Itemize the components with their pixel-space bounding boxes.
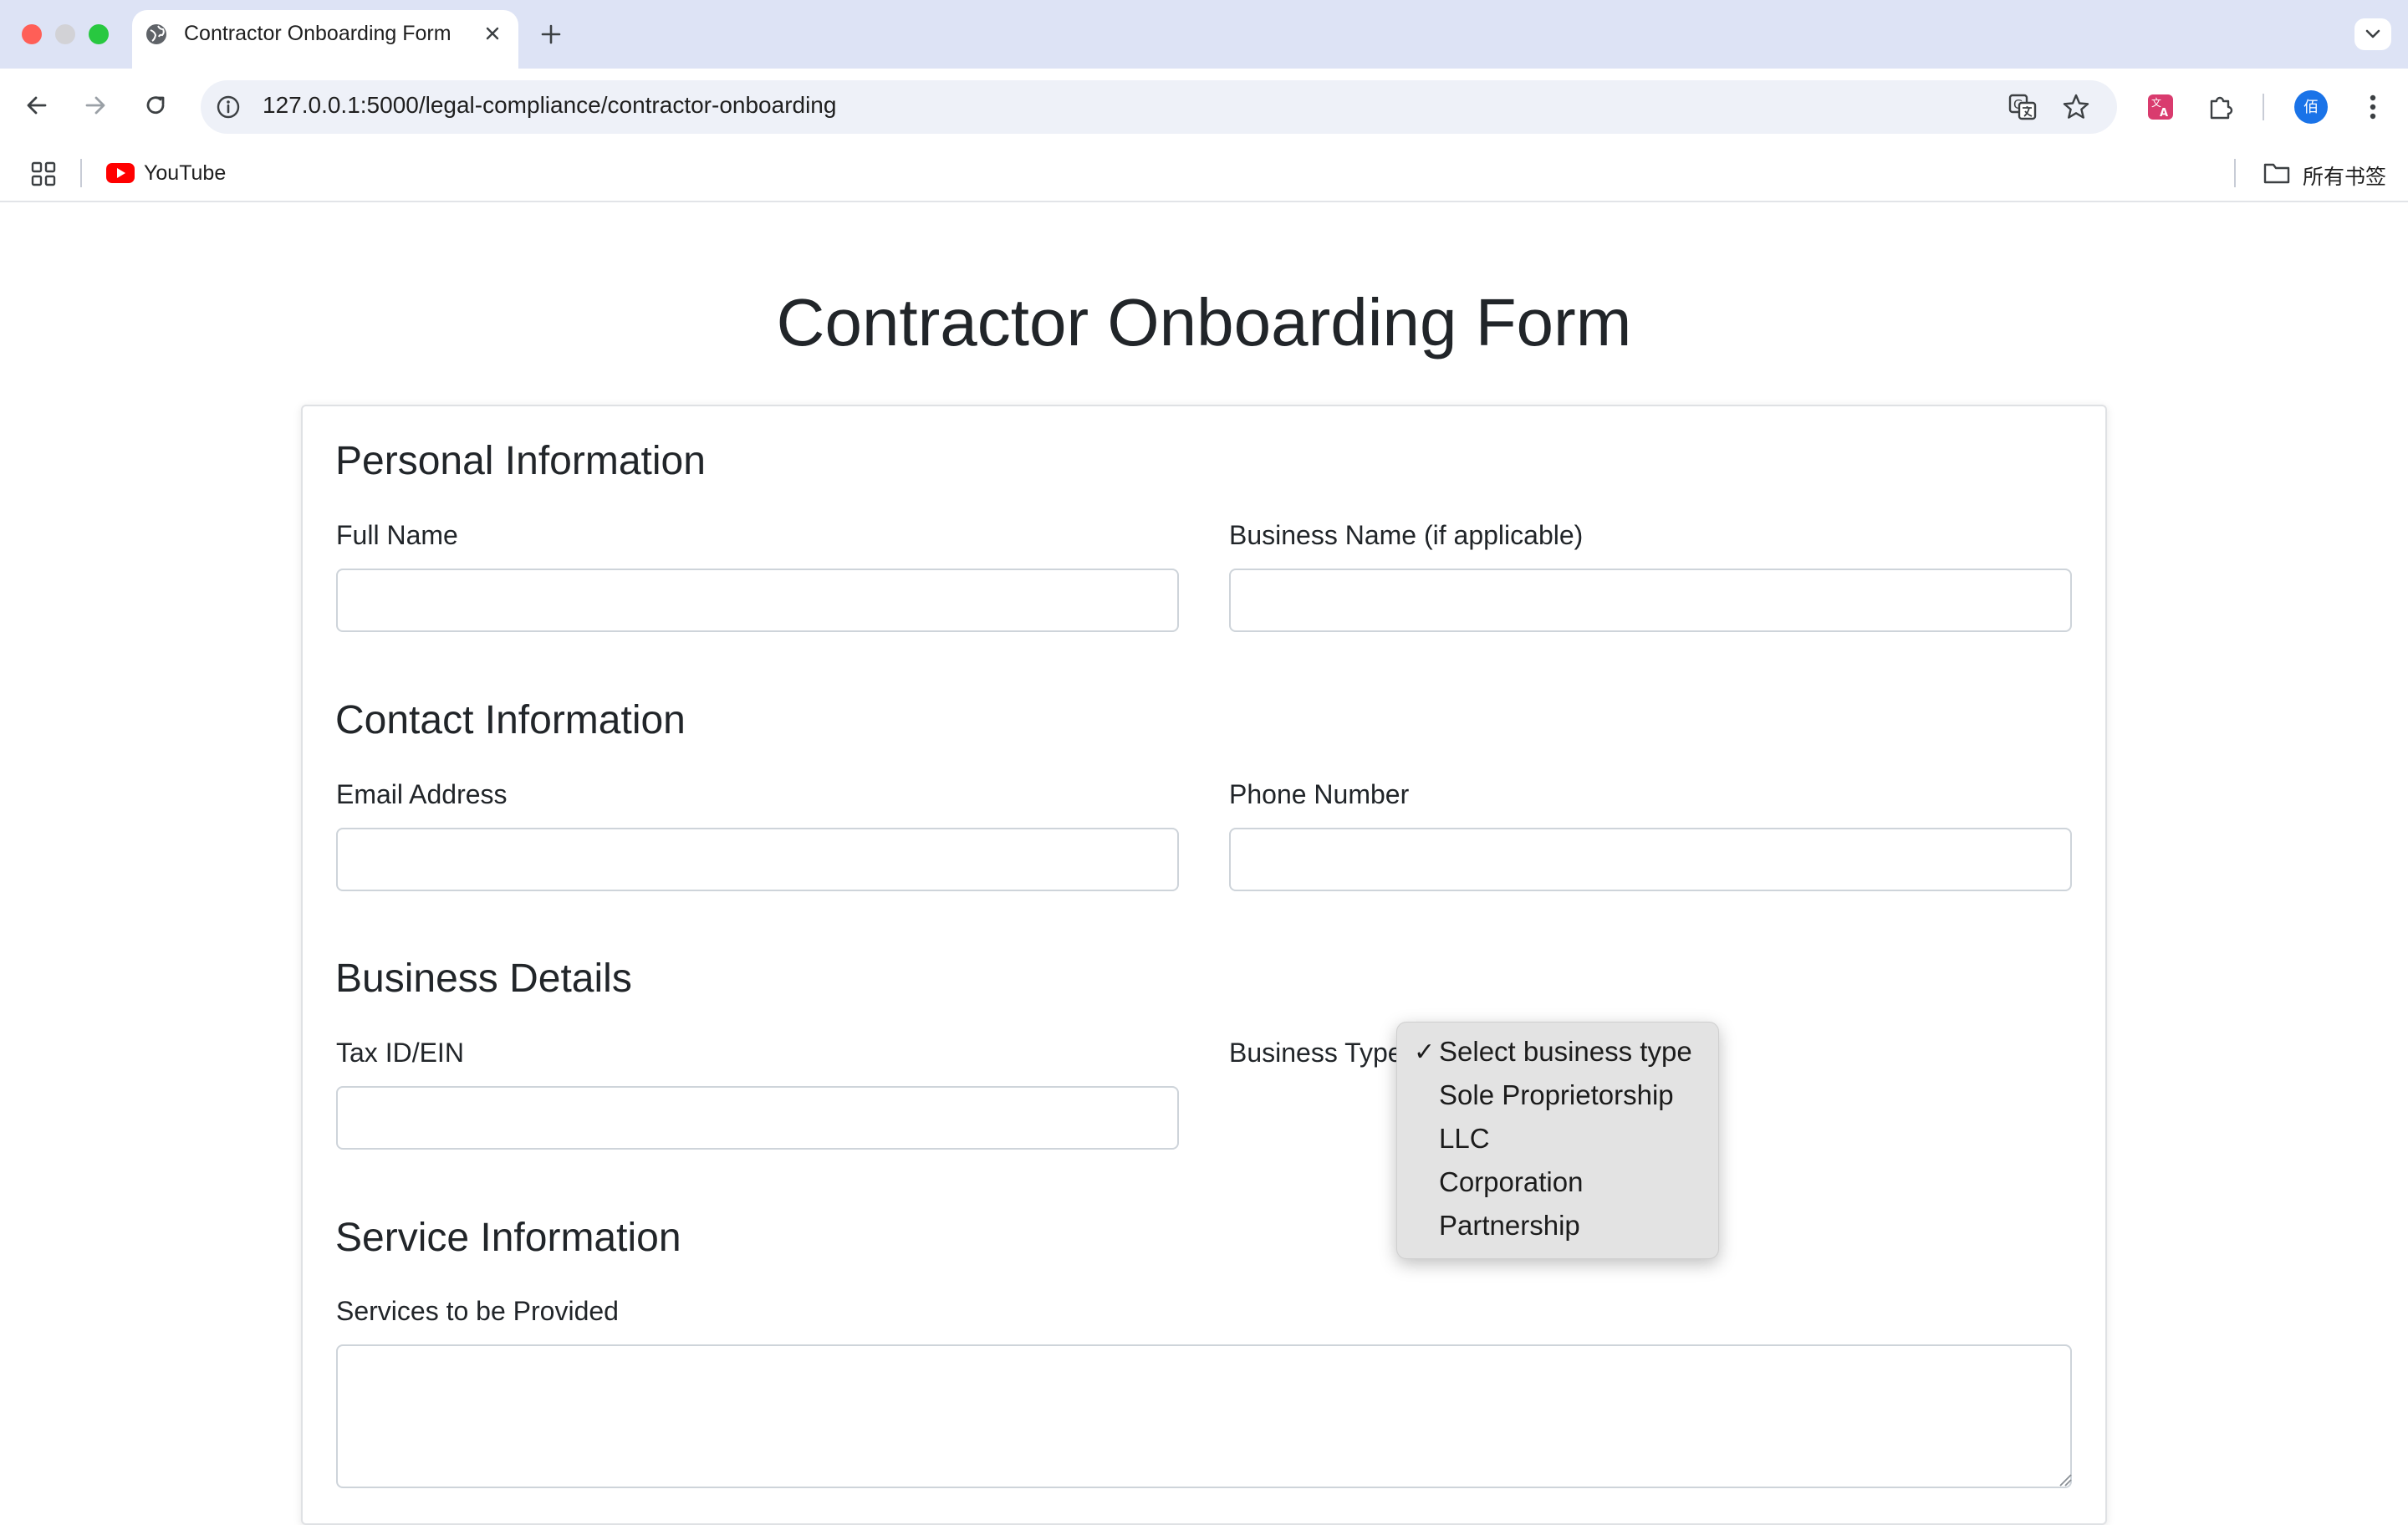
services-label: Services to be Provided (336, 1296, 619, 1326)
chevron-down-icon (2365, 29, 2380, 38)
email-label: Email Address (336, 779, 508, 809)
tab-search-button[interactable] (2354, 18, 2391, 50)
close-tab-icon[interactable] (480, 21, 505, 46)
option-label: LLC (1439, 1123, 1490, 1154)
business-type-option[interactable]: Corporation (1397, 1163, 1720, 1206)
bookmarks-separator-right (2234, 159, 2236, 187)
section-heading-business: Business Details (335, 956, 632, 1001)
option-label: Sole Proprietorship (1439, 1079, 1674, 1110)
section-heading-personal: Personal Information (335, 439, 706, 483)
business-type-dropdown[interactable]: ✓ Select business type Sole Proprietorsh… (1396, 1022, 1719, 1259)
full-name-label: Full Name (336, 520, 458, 550)
profile-avatar[interactable]: 佰 (2294, 90, 2328, 124)
translator-extension-icon[interactable]: 文 A (2144, 90, 2177, 124)
bookmark-youtube[interactable]: YouTube (144, 161, 226, 186)
email-input[interactable] (336, 828, 1179, 891)
business-type-option[interactable]: LLC (1397, 1120, 1720, 1163)
folder-icon[interactable] (2263, 161, 2291, 186)
business-name-label: Business Name (if applicable) (1229, 520, 1584, 550)
forward-icon[interactable] (80, 90, 110, 120)
tax-id-input[interactable] (336, 1086, 1179, 1150)
new-tab-icon[interactable] (537, 20, 565, 48)
option-label: Corporation (1439, 1166, 1584, 1197)
more-menu-icon[interactable] (2358, 90, 2388, 124)
business-type-option[interactable]: Sole Proprietorship (1397, 1076, 1720, 1120)
toolbar-divider (2263, 94, 2264, 120)
business-type-option[interactable]: Partnership (1397, 1206, 1720, 1250)
business-type-label: Business Type (1229, 1038, 1403, 1068)
youtube-icon[interactable] (105, 162, 135, 184)
bookmarks-separator (80, 159, 82, 187)
page-title: Contractor Onboarding Form (776, 285, 1632, 360)
checkmark-icon: ✓ (1414, 1038, 1436, 1067)
minimize-window-button[interactable] (55, 24, 75, 44)
section-heading-service: Service Information (335, 1216, 681, 1260)
tax-id-label: Tax ID/EIN (336, 1038, 464, 1068)
translate-icon[interactable]: G (2007, 91, 2038, 123)
maximize-window-button[interactable] (89, 24, 109, 44)
services-textarea[interactable] (336, 1344, 2072, 1488)
resize-handle-icon[interactable] (2057, 1471, 2072, 1487)
globe-icon (146, 24, 166, 44)
reload-icon[interactable] (140, 90, 171, 120)
site-info-icon[interactable] (214, 93, 242, 121)
bookmarks-bar (0, 144, 2408, 202)
tab-title: Contractor Onboarding Form (184, 22, 452, 45)
all-bookmarks-label[interactable]: 所有书签 (2303, 161, 2386, 191)
full-name-input[interactable] (336, 569, 1179, 632)
apps-grid-icon[interactable] (30, 161, 57, 187)
close-window-button[interactable] (22, 24, 42, 44)
back-icon[interactable] (22, 90, 52, 120)
extensions-puzzle-icon[interactable] (2204, 90, 2237, 124)
svg-text:A: A (2160, 107, 2168, 120)
phone-label: Phone Number (1229, 779, 1410, 809)
bookmark-star-icon[interactable] (2060, 91, 2092, 123)
phone-input[interactable] (1229, 828, 2072, 891)
url-text[interactable]: 127.0.0.1:5000/legal-compliance/contract… (263, 92, 836, 119)
option-label: Partnership (1439, 1210, 1580, 1241)
option-label: Select business type (1439, 1036, 1692, 1067)
business-name-input[interactable] (1229, 569, 2072, 632)
section-heading-contact: Contact Information (335, 698, 686, 742)
business-type-option[interactable]: ✓ Select business type (1397, 1033, 1720, 1076)
